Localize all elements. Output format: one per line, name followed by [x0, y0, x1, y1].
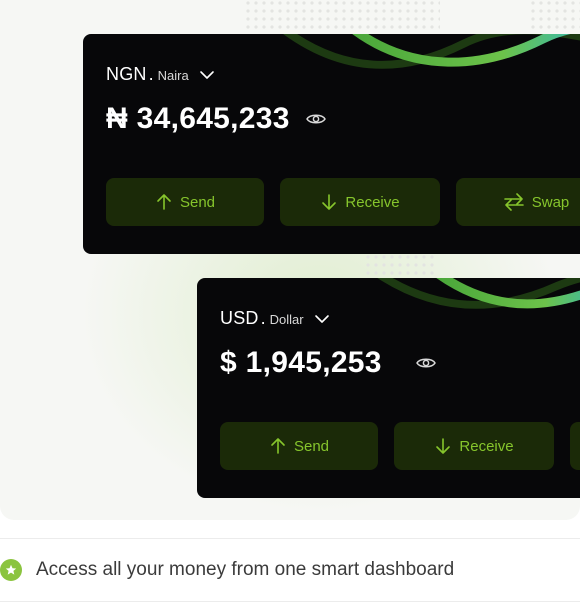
swap-arrows-icon — [503, 193, 524, 211]
receive-button[interactable]: Receive — [394, 422, 554, 470]
currency-code: NGN — [106, 64, 147, 84]
chevron-down-icon[interactable] — [199, 70, 215, 80]
dot-grid-top — [245, 0, 440, 30]
swoosh-decoration — [283, 34, 580, 69]
arrow-up-icon — [271, 438, 285, 454]
currency-separator: . — [260, 308, 266, 328]
swap-button[interactable]: Swap — [456, 178, 580, 226]
chevron-down-icon[interactable] — [314, 314, 330, 324]
receive-label: Receive — [459, 437, 514, 455]
balance-row: ₦ 34,645,233 — [106, 102, 326, 136]
currency-selector[interactable]: USD . Dollar — [220, 308, 330, 329]
send-button[interactable]: Send — [220, 422, 378, 470]
send-label: Send — [293, 437, 330, 455]
eye-icon[interactable] — [305, 112, 326, 126]
wallet-showcase: NGN . Naira ₦ 34,645,233 Send Receive Sw… — [0, 0, 580, 520]
dot-grid-top-right — [530, 0, 580, 30]
wallet-card-usd: USD . Dollar $ 1,945,253 Send Receive — [197, 278, 580, 498]
eye-icon[interactable] — [415, 356, 436, 370]
arrow-up-icon — [157, 194, 171, 210]
balance-amount: $ 1,945,253 — [220, 346, 382, 379]
wallet-card-ngn: NGN . Naira ₦ 34,645,233 Send Receive Sw… — [83, 34, 580, 254]
star-icon — [0, 559, 22, 581]
dot-grid-middle — [365, 254, 435, 276]
swap-label: Swap — [531, 193, 570, 211]
send-label: Send — [179, 193, 216, 211]
swoosh-decoration — [377, 278, 580, 309]
currency-name: Naira — [157, 68, 189, 83]
currency-code: USD — [220, 308, 259, 328]
currency-separator: . — [148, 64, 154, 84]
receive-label: Receive — [345, 193, 400, 211]
swap-button-partial[interactable] — [570, 422, 580, 470]
currency-selector[interactable]: NGN . Naira — [106, 64, 215, 85]
balance-amount: ₦ 34,645,233 — [106, 102, 290, 135]
feature-text: Access all your money from one smart das… — [36, 559, 455, 580]
send-button[interactable]: Send — [106, 178, 264, 226]
receive-button[interactable]: Receive — [280, 178, 440, 226]
arrow-down-icon — [436, 438, 451, 454]
currency-name: Dollar — [269, 312, 304, 327]
feature-item: Access all your money from one smart das… — [0, 538, 580, 602]
arrow-down-icon — [322, 194, 337, 210]
balance-row: $ 1,945,253 — [220, 346, 436, 380]
